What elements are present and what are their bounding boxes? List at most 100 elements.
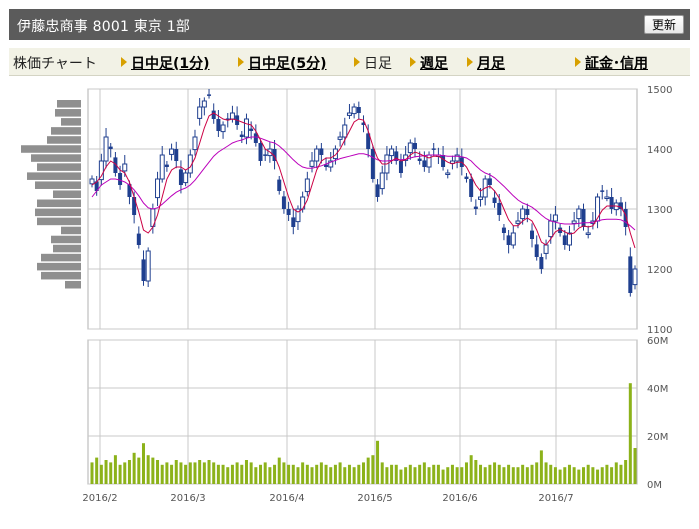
profile-bar — [51, 235, 81, 244]
candle-up — [351, 106, 357, 115]
volume-bar — [418, 464, 422, 484]
volume-bar — [160, 464, 164, 484]
candle-down — [132, 197, 137, 215]
volume-bar — [432, 464, 436, 484]
volume-bar — [600, 467, 604, 484]
candle-up — [192, 136, 198, 151]
profile-bar — [41, 253, 81, 262]
month-tick-label: 2016/6 — [442, 493, 477, 504]
volume-bar — [123, 462, 127, 484]
volume-bar — [441, 469, 445, 484]
candle-up — [346, 112, 352, 116]
volume-bar — [95, 457, 99, 484]
volume-tick-label: 40M — [647, 384, 668, 395]
volume-bar — [151, 457, 155, 484]
candle-up — [426, 154, 432, 168]
candle-down — [174, 149, 179, 161]
candle-down — [501, 227, 506, 233]
volume-bar — [362, 462, 365, 484]
volume-bar — [249, 462, 253, 484]
profile-bar — [37, 262, 81, 271]
volume-bar — [516, 467, 520, 484]
candle-down — [398, 161, 403, 173]
price-tick-label: 1400 — [647, 145, 672, 156]
candle-down — [464, 176, 469, 179]
volume-bar — [628, 383, 632, 484]
volume-bar — [567, 464, 571, 484]
candle-down — [118, 173, 123, 185]
volume-bar — [296, 467, 300, 484]
candle-up — [571, 220, 577, 224]
candle-down — [164, 164, 169, 167]
candle-up — [197, 106, 203, 119]
volume-bar — [525, 467, 529, 484]
volume-bar — [427, 467, 431, 484]
candle-up — [304, 178, 310, 193]
volume-bar — [282, 462, 286, 484]
month-tick-label: 2016/4 — [269, 493, 304, 504]
volume-bar — [488, 464, 492, 484]
profile-bar — [57, 100, 81, 108]
volume-bar — [347, 464, 351, 484]
candle-up — [552, 214, 558, 222]
volume-bar — [109, 462, 113, 484]
candle-up — [122, 163, 128, 172]
candle-up — [201, 100, 207, 108]
volume-bar — [455, 467, 459, 484]
volume-bar — [497, 464, 501, 484]
candle-up — [548, 220, 554, 238]
candle-up — [243, 118, 249, 138]
candle-down — [108, 146, 113, 149]
volume-bar — [586, 464, 590, 484]
volume-bar — [446, 467, 450, 484]
candle-up — [169, 148, 175, 155]
candle-down — [178, 169, 183, 185]
volume-bar — [469, 455, 473, 484]
volume-bar — [141, 443, 145, 484]
volume-tick-label: 0M — [647, 480, 662, 491]
volume-bar — [310, 467, 314, 484]
volume-bar — [319, 462, 323, 484]
candle-up — [566, 232, 572, 246]
volume-bar — [422, 462, 426, 484]
candle-up — [309, 160, 315, 167]
candle-up — [342, 124, 348, 138]
profile-bar — [55, 109, 81, 117]
candle-up — [220, 124, 226, 133]
candle-up — [632, 268, 638, 286]
volume-bar — [329, 467, 333, 484]
volume-bar — [357, 464, 361, 484]
volume-bar — [390, 464, 394, 484]
profile-bar — [31, 154, 81, 162]
profile-bar — [27, 172, 81, 180]
volume-bar — [137, 457, 141, 484]
candle-up — [229, 112, 235, 120]
candle-down — [141, 259, 146, 281]
candle-down — [525, 209, 530, 215]
volume-bar — [572, 467, 576, 484]
candle-up — [379, 172, 385, 190]
volume-bar — [305, 464, 309, 484]
price-tick-label: 1100 — [647, 325, 672, 336]
volume-bar — [254, 467, 258, 484]
candle-down — [628, 256, 633, 293]
volume-bar — [502, 467, 506, 484]
volume-bar — [235, 462, 239, 484]
volume-bar — [404, 467, 408, 484]
volume-bar — [507, 464, 511, 484]
volume-bar — [371, 455, 375, 484]
candle-down — [277, 179, 282, 191]
profile-bar — [37, 163, 81, 171]
volume-bar — [244, 460, 248, 484]
volume-tick-label: 60M — [647, 336, 668, 347]
volume-bar — [577, 469, 581, 484]
volume-bar — [268, 467, 272, 484]
candle-down — [431, 148, 436, 150]
candle-up — [510, 232, 516, 246]
volume-bar — [291, 464, 295, 484]
month-tick-label: 2016/7 — [538, 493, 573, 504]
profile-bar — [61, 118, 81, 126]
profile-bar — [65, 280, 81, 289]
volume-bar — [352, 467, 356, 484]
candle-down — [623, 209, 628, 227]
